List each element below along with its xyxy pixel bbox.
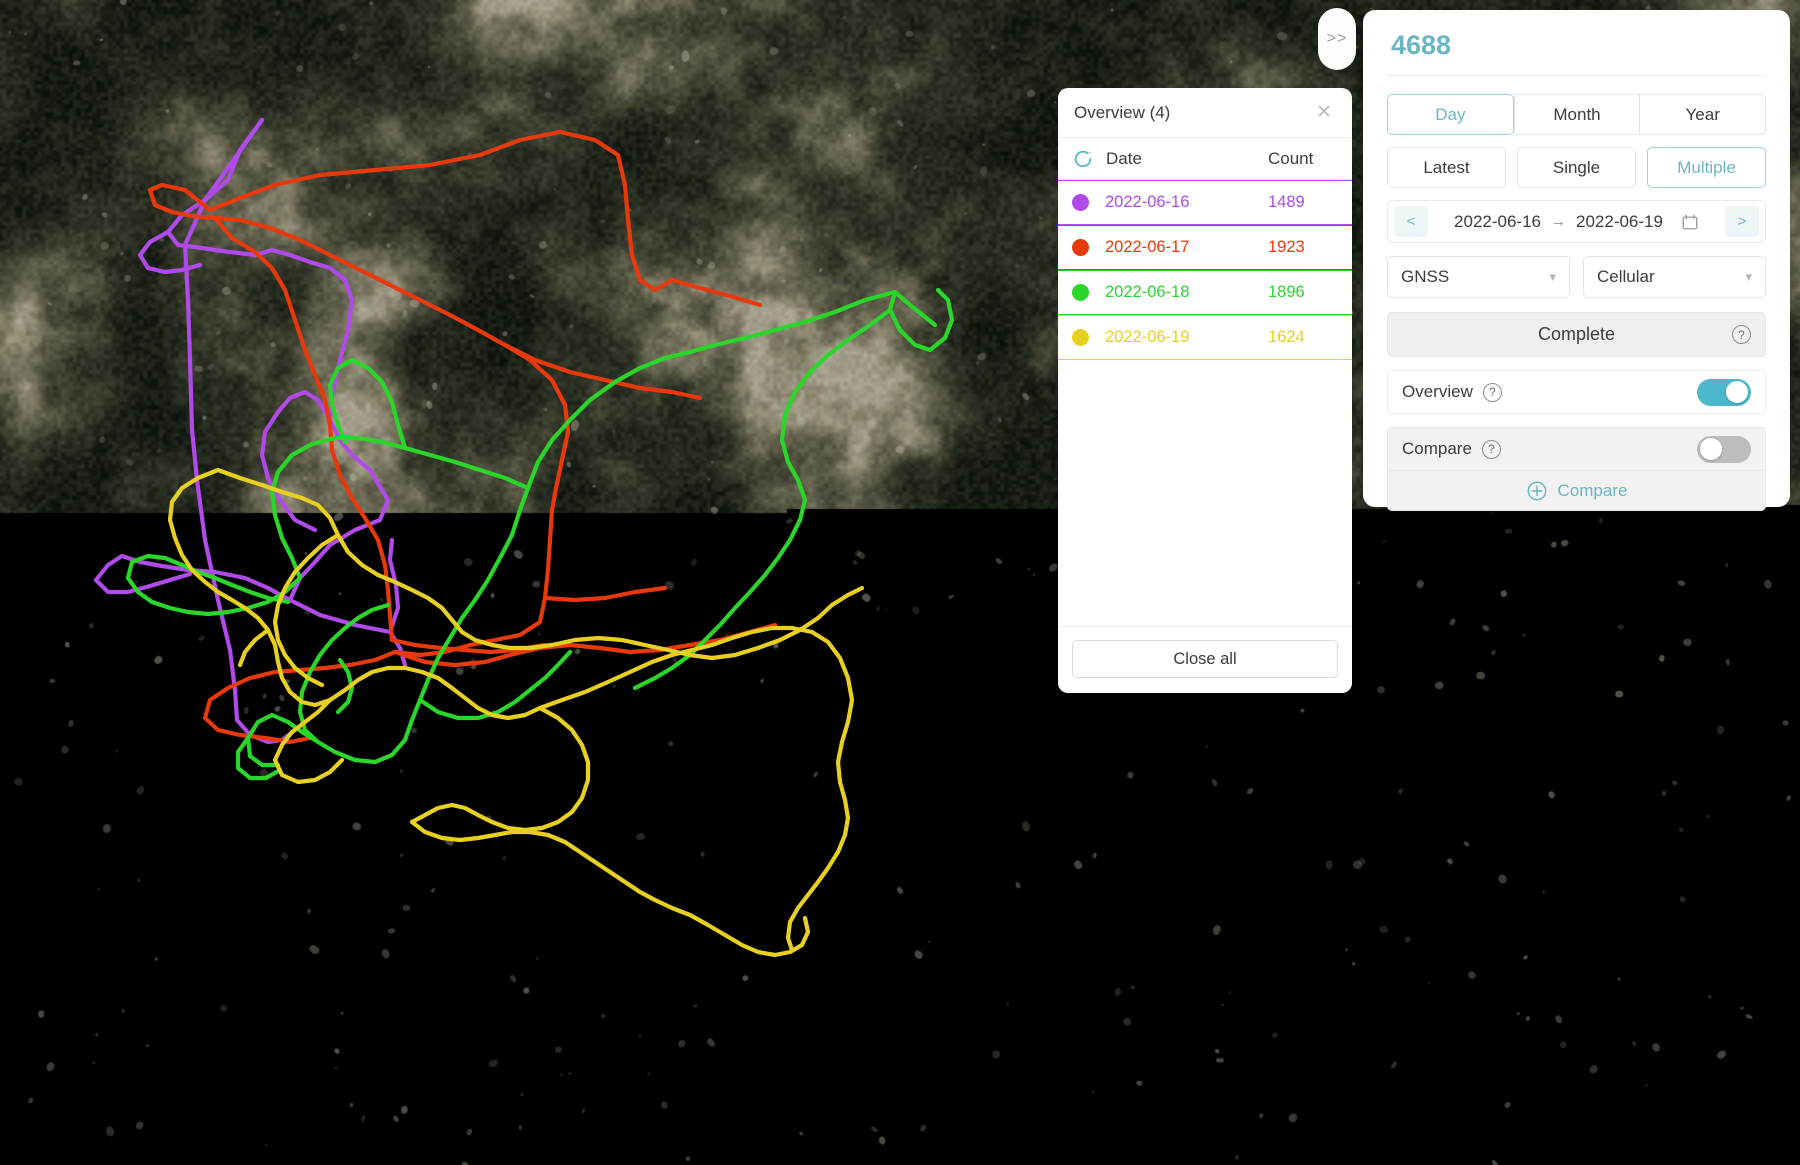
device-id-title: 4688 bbox=[1387, 10, 1766, 76]
track-color-dot bbox=[1072, 194, 1089, 211]
chevron-down-icon: ▾ bbox=[1549, 269, 1556, 284]
toggle-knob bbox=[1726, 381, 1748, 403]
overview-row-list[interactable]: 2022-06-16 1489 2022-06-17 1923 2022-06-18 18… bbox=[1058, 180, 1352, 626]
overview-panel-header: Overview (4) ✕ bbox=[1058, 88, 1352, 138]
close-icon[interactable]: ✕ bbox=[1312, 101, 1336, 124]
track-2022-06-19 bbox=[167, 467, 865, 958]
overview-row-count: 1489 bbox=[1268, 193, 1305, 211]
compare-toggle-label: Compare bbox=[1402, 439, 1472, 458]
track-color-dot bbox=[1072, 329, 1089, 346]
positioning-source-value: GNSS bbox=[1401, 267, 1450, 286]
track-2022-06-16 bbox=[93, 117, 408, 745]
overview-row-date: 2022-06-16 bbox=[1105, 193, 1190, 211]
network-type-select[interactable]: Cellular ▾ bbox=[1583, 256, 1766, 298]
calendar-icon[interactable] bbox=[1681, 213, 1699, 231]
track-color-dot bbox=[1072, 239, 1089, 256]
overview-row[interactable]: 2022-06-17 1923 bbox=[1058, 225, 1352, 270]
column-header-date: Date bbox=[1106, 148, 1142, 168]
close-all-button[interactable]: Close all bbox=[1072, 640, 1338, 678]
date-range-next-button[interactable]: > bbox=[1725, 206, 1759, 237]
column-header-count: Count bbox=[1268, 148, 1314, 168]
date-range-values[interactable]: 2022-06-16 → 2022-06-19 bbox=[1428, 212, 1725, 232]
date-range-end: 2022-06-19 bbox=[1576, 211, 1663, 231]
overview-panel: Overview (4) ✕ Date Count 2022-06-16 1489… bbox=[1058, 88, 1352, 693]
overview-help-icon[interactable]: ? bbox=[1482, 382, 1502, 402]
date-range-arrow-icon: → bbox=[1551, 213, 1566, 230]
overview-row[interactable]: 2022-06-19 1624 bbox=[1058, 315, 1352, 360]
complete-button-label: Complete bbox=[1537, 324, 1616, 344]
overview-toggle-row[interactable]: Overview ? bbox=[1387, 370, 1766, 414]
track-color-dot bbox=[1072, 284, 1089, 301]
complete-button[interactable]: Complete ? bbox=[1387, 312, 1766, 357]
date-range-picker[interactable]: < 2022-06-16 → 2022-06-19 > bbox=[1387, 200, 1766, 243]
positioning-source-select[interactable]: GNSS ▾ bbox=[1387, 256, 1570, 298]
overview-row-count: 1896 bbox=[1268, 283, 1305, 301]
period-tab-month[interactable]: Month bbox=[1513, 94, 1640, 135]
overview-row-count: 1923 bbox=[1268, 238, 1305, 256]
selection-mode-multiple[interactable]: Multiple bbox=[1647, 147, 1766, 188]
period-tab-group[interactable]: Day Month Year bbox=[1387, 94, 1767, 135]
panel-collapse-handle[interactable]: >> bbox=[1318, 8, 1356, 70]
overview-row-date: 2022-06-18 bbox=[1105, 283, 1190, 301]
overview-panel-footer: Close all bbox=[1058, 626, 1352, 693]
compare-toggle-switch[interactable] bbox=[1697, 435, 1751, 463]
chevron-double-right-icon: >> bbox=[1326, 30, 1348, 47]
add-compare-label: Compare bbox=[1557, 480, 1628, 500]
selection-mode-group[interactable]: Latest Single Multiple bbox=[1387, 147, 1766, 188]
complete-help-icon[interactable]: ? bbox=[1732, 325, 1751, 344]
date-range-start: 2022-06-16 bbox=[1454, 211, 1541, 231]
plus-circle-icon bbox=[1527, 481, 1546, 500]
period-tab-day[interactable]: Day bbox=[1387, 94, 1514, 135]
device-control-panel: 4688 Day Month Year Latest Single Multiple <… bbox=[1363, 10, 1790, 511]
selection-mode-latest[interactable]: Latest bbox=[1387, 147, 1506, 188]
app-root: >> Overview (4) ✕ Date Count 2022-06-16 1… bbox=[0, 0, 1800, 1165]
overview-row-count: 1624 bbox=[1268, 328, 1305, 346]
chevron-down-icon: ▾ bbox=[1745, 269, 1752, 284]
refresh-icon[interactable] bbox=[1072, 148, 1094, 170]
overview-panel-title: Overview (4) bbox=[1074, 102, 1171, 122]
network-type-value: Cellular bbox=[1597, 267, 1655, 286]
toggle-knob bbox=[1699, 438, 1722, 460]
date-range-prev-button[interactable]: < bbox=[1394, 206, 1428, 237]
period-tab-year[interactable]: Year bbox=[1639, 94, 1767, 135]
overview-toggle-label: Overview bbox=[1402, 382, 1473, 401]
overview-toggle-switch[interactable] bbox=[1697, 378, 1751, 406]
overview-row[interactable]: 2022-06-18 1896 bbox=[1058, 270, 1352, 315]
add-compare-button[interactable]: Compare bbox=[1387, 471, 1766, 511]
overview-row-date: 2022-06-19 bbox=[1105, 328, 1190, 346]
compare-help-icon[interactable]: ? bbox=[1481, 439, 1501, 459]
overview-row-date: 2022-06-17 bbox=[1105, 238, 1190, 256]
selection-mode-single[interactable]: Single bbox=[1517, 147, 1636, 188]
overview-column-header: Date Count bbox=[1058, 138, 1352, 180]
compare-toggle-row[interactable]: Compare ? bbox=[1387, 427, 1766, 471]
source-select-row[interactable]: GNSS ▾ Cellular ▾ bbox=[1387, 256, 1766, 298]
overview-row[interactable]: 2022-06-16 1489 bbox=[1058, 180, 1352, 225]
